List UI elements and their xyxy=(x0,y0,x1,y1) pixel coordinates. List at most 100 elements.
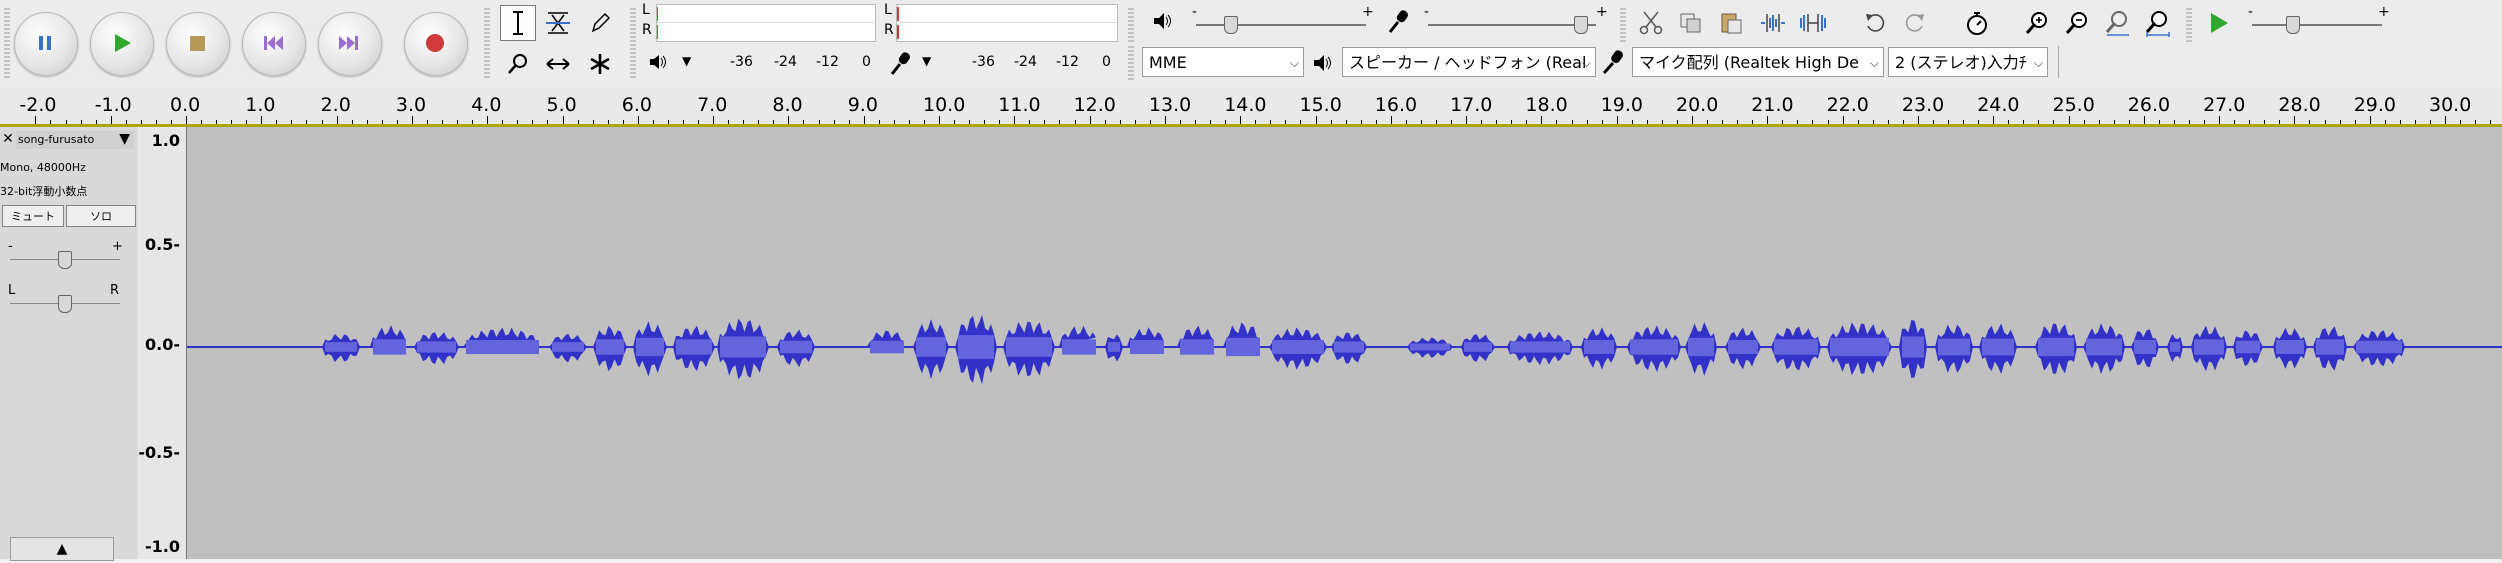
paste-button[interactable] xyxy=(1714,6,1748,40)
ruler-minor-tick xyxy=(2249,120,2251,124)
playback-volume-thumb[interactable] xyxy=(1224,16,1238,34)
ruler-tick-label: 22.0 xyxy=(1826,94,1869,116)
play-at-speed-button[interactable] xyxy=(2202,6,2236,40)
ruler-tick-label: 9.0 xyxy=(847,94,878,116)
transport-grip[interactable] xyxy=(4,8,10,78)
redo-button[interactable] xyxy=(1898,6,1932,40)
timeshift-tool[interactable] xyxy=(540,46,576,82)
ruler-minor-tick xyxy=(1210,120,1212,124)
zoom-tool[interactable] xyxy=(500,46,536,82)
input-device-value: マイク配列 (Realtek High De xyxy=(1639,53,1859,72)
meter-grip[interactable] xyxy=(630,8,636,78)
ruler-minor-tick xyxy=(1255,120,1257,124)
track-name-menu[interactable]: song-furusato ▼ xyxy=(16,131,134,149)
sync-lock-button[interactable] xyxy=(1960,6,1994,40)
record-level-meter[interactable] xyxy=(656,4,876,42)
ruler-minor-tick xyxy=(2083,120,2085,124)
trim-button[interactable] xyxy=(1756,6,1790,40)
ruler-minor-tick xyxy=(848,120,850,124)
fit-selection-button[interactable] xyxy=(2100,6,2134,40)
device-grip[interactable] xyxy=(1128,46,1134,82)
ruler-minor-tick xyxy=(2414,120,2416,124)
selection-tool[interactable] xyxy=(500,5,536,41)
waveform-rms xyxy=(1774,339,1818,355)
input-channels-select[interactable]: 2 (ステレオ)入力ﾁ ⌵ xyxy=(1888,47,2048,77)
fit-project-button[interactable] xyxy=(2140,6,2174,40)
play-speed-slider[interactable] xyxy=(2252,24,2382,26)
collapse-track-button[interactable]: ▲ xyxy=(10,537,114,561)
ruler-tick xyxy=(2068,116,2070,124)
ruler-minor-tick xyxy=(306,120,308,124)
skip-to-end-button[interactable] xyxy=(318,12,382,76)
ruler-minor-tick xyxy=(1044,120,1046,124)
track-close-button[interactable]: ✕ xyxy=(0,131,16,147)
output-device-select[interactable]: スピーカー / ヘッドフォン (Real ⌵ xyxy=(1342,47,1596,77)
play-scale-24: -24 xyxy=(1014,54,1037,70)
ruler-tick xyxy=(1917,116,1919,124)
waveform-rms xyxy=(636,337,664,357)
toolbar: L R L R ▼ -36 -24 -12 0 ▼ -36 -24 -12 0 … xyxy=(0,0,2502,89)
pause-button[interactable] xyxy=(14,12,78,76)
playback-volume-slider[interactable] xyxy=(1196,24,1366,26)
skip-to-start-button[interactable] xyxy=(242,12,306,76)
ruler-tick-label: 28.0 xyxy=(2278,94,2321,116)
ruler-minor-tick xyxy=(1571,120,1573,124)
ruler-minor-tick xyxy=(1285,120,1287,124)
play-speed-thumb[interactable] xyxy=(2286,16,2300,34)
rec-meter-L-label: L xyxy=(642,2,650,18)
ruler-tick xyxy=(2294,116,2296,124)
ruler-tick xyxy=(35,116,37,124)
ruler-minor-tick xyxy=(2384,120,2386,124)
cut-button[interactable] xyxy=(1634,6,1668,40)
input-device-select[interactable]: マイク配列 (Realtek High De ⌵ xyxy=(1632,47,1884,77)
record-volume-slider[interactable] xyxy=(1428,24,1596,26)
record-volume-thumb[interactable] xyxy=(1574,16,1588,34)
zoom-out-button[interactable] xyxy=(2060,6,2094,40)
envelope-icon xyxy=(546,12,570,34)
zoom-in-icon xyxy=(2025,12,2047,34)
waveform-svg xyxy=(187,314,2502,385)
play-meter-dropdown-icon[interactable]: ▼ xyxy=(682,54,691,68)
play-at-speed-grip[interactable] xyxy=(2186,8,2192,44)
multi-tool[interactable] xyxy=(582,46,618,82)
envelope-tool[interactable] xyxy=(540,5,576,41)
audio-host-select[interactable]: MME ⌵ xyxy=(1142,47,1304,77)
ruler-tick xyxy=(2369,116,2371,124)
draw-tool[interactable] xyxy=(582,5,618,41)
timeline-ruler[interactable]: -2.0 -1.0 0.0 1.0 2.0 3.0 4.0 5.0 6.0 7.0 8.0 9.0 10… xyxy=(0,88,2502,127)
pan-slider-thumb[interactable] xyxy=(58,295,72,313)
tools-grip[interactable] xyxy=(484,8,490,78)
ruler-minor-tick xyxy=(457,120,459,124)
play-button[interactable] xyxy=(90,12,154,76)
ruler-minor-tick xyxy=(1556,120,1558,124)
waveform-rms xyxy=(1062,339,1096,355)
rec-vol-plus: + xyxy=(1596,4,1608,20)
record-button[interactable] xyxy=(404,12,468,76)
ruler-minor-tick xyxy=(2053,120,2055,124)
undo-button[interactable] xyxy=(1858,6,1892,40)
waveform-area[interactable] xyxy=(187,127,2502,559)
solo-button[interactable]: ソロ xyxy=(66,205,136,227)
playback-level-meter[interactable] xyxy=(896,4,1118,42)
ruler-minor-tick xyxy=(50,120,52,124)
mute-button[interactable]: ミュート xyxy=(2,205,64,227)
waveform-rms xyxy=(2276,340,2304,354)
zoom-in-button[interactable] xyxy=(2020,6,2054,40)
ruler-minor-tick xyxy=(155,120,157,124)
asterisk-icon xyxy=(590,54,610,74)
waveform-rms xyxy=(417,341,456,353)
rec-scale-36: -36 xyxy=(730,54,753,70)
track-sample-format: 32-bit浮動小数点 xyxy=(0,185,88,198)
ruler-minor-tick xyxy=(231,120,233,124)
silence-button[interactable] xyxy=(1796,6,1830,40)
rec-meter-dropdown-icon[interactable]: ▼ xyxy=(922,54,931,68)
copy-button[interactable] xyxy=(1674,6,1708,40)
ruler-minor-tick xyxy=(532,120,534,124)
gain-slider-thumb[interactable] xyxy=(58,251,72,269)
ruler-tick-label: 7.0 xyxy=(697,94,728,116)
edit-grip[interactable] xyxy=(1620,8,1626,44)
mixer-grip[interactable] xyxy=(1128,8,1134,44)
ruler-tick-label: 13.0 xyxy=(1148,94,1192,116)
stop-button[interactable] xyxy=(166,12,230,76)
redo-icon xyxy=(1905,14,1924,32)
